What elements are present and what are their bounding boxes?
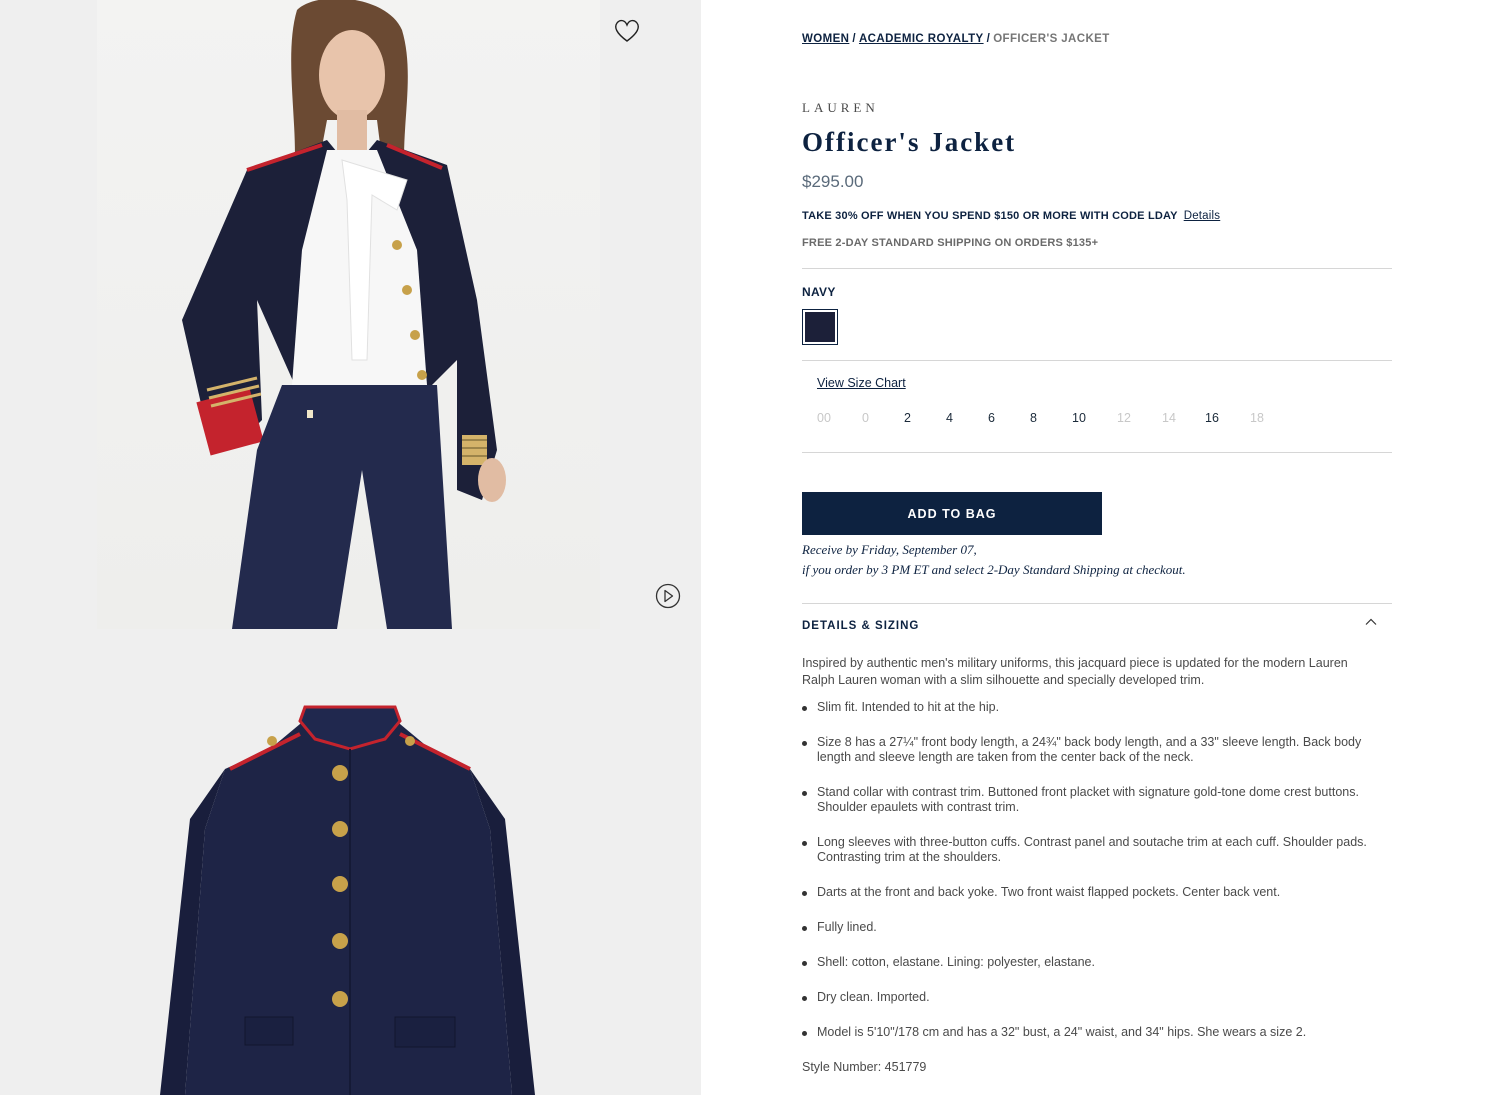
breadcrumb: WOMEN / ACADEMIC ROYALTY / OFFICER'S JACKET <box>802 33 1110 45</box>
size-option-18[interactable]: 18 <box>1250 411 1280 425</box>
promo-text: TAKE 30% OFF WHEN YOU SPEND $150 OR MORE… <box>802 210 1178 222</box>
video-play-icon[interactable] <box>654 582 682 610</box>
size-option-0[interactable]: 0 <box>862 411 904 425</box>
product-title: Officer's Jacket <box>802 127 1017 157</box>
list-item: Size 8 has a 27¼" front body length, a 2… <box>802 735 1392 765</box>
divider <box>802 603 1392 604</box>
details-sizing-accordion[interactable]: DETAILS & SIZING <box>802 616 1392 632</box>
divider <box>802 360 1392 361</box>
color-swatch-navy[interactable] <box>802 309 838 345</box>
list-item: Slim fit. Intended to hit at the hip. <box>802 700 1392 715</box>
brand-name: LAUREN <box>802 100 879 115</box>
breadcrumb-separator: / <box>986 33 991 45</box>
model-illustration <box>182 0 506 629</box>
list-item: Long sleeves with three-button cuffs. Co… <box>802 835 1392 865</box>
list-item: Shell: cotton, elastane. Lining: polyest… <box>802 955 1392 970</box>
jacket-illustration <box>160 705 535 1095</box>
product-image-model[interactable] <box>97 0 600 629</box>
size-option-6[interactable]: 6 <box>988 411 1030 425</box>
delivery-estimate-line: Receive by Friday, September 07, <box>802 542 977 557</box>
divider <box>802 452 1392 453</box>
product-description: Inspired by authentic men's military uni… <box>802 656 1348 687</box>
wishlist-heart-icon[interactable] <box>612 17 642 45</box>
view-size-chart-link[interactable]: View Size Chart <box>817 376 906 390</box>
swatch-fill <box>805 312 835 342</box>
style-number: Style Number: 451779 <box>802 1060 927 1074</box>
breadcrumb-current: OFFICER'S JACKET <box>993 33 1110 45</box>
size-option-16[interactable]: 16 <box>1205 411 1250 425</box>
list-item: Stand collar with contrast trim. Buttone… <box>802 785 1392 815</box>
list-item: Dry clean. Imported. <box>802 990 1392 1005</box>
breadcrumb-link-academic-royalty[interactable]: ACADEMIC ROYALTY <box>859 33 984 45</box>
size-option-12[interactable]: 12 <box>1117 411 1162 425</box>
add-to-bag-button[interactable]: ADD TO BAG <box>802 492 1102 535</box>
product-image-flat[interactable] <box>0 629 701 1095</box>
list-item: Fully lined. <box>802 920 1392 935</box>
list-item: Darts at the front and back yoke. Two fr… <box>802 885 1392 900</box>
delivery-estimate: Receive by Friday, September 07, if you … <box>802 540 1186 580</box>
breadcrumb-separator: / <box>852 33 856 45</box>
promo-details-link[interactable]: Details <box>1184 210 1221 222</box>
promo-banner: TAKE 30% OFF WHEN YOU SPEND $150 OR MORE… <box>802 210 1220 222</box>
product-price: $295.00 <box>802 172 864 191</box>
size-option-00[interactable]: 00 <box>817 411 862 425</box>
size-option-8[interactable]: 8 <box>1030 411 1072 425</box>
breadcrumb-link-women[interactable]: WOMEN <box>802 33 849 45</box>
size-option-14[interactable]: 14 <box>1162 411 1205 425</box>
selected-color-label: NAVY <box>802 285 836 299</box>
product-gallery <box>0 0 701 1095</box>
delivery-estimate-line: if you order by 3 PM ET and select 2-Day… <box>802 562 1186 577</box>
list-item: Model is 5'10"/178 cm and has a 32" bust… <box>802 1025 1392 1040</box>
accordion-title: DETAILS & SIZING <box>802 620 920 632</box>
size-option-10[interactable]: 10 <box>1072 411 1117 425</box>
divider <box>802 268 1392 269</box>
size-selector: 00 0 2 4 6 8 10 12 14 16 18 <box>817 411 1280 425</box>
chevron-up-icon <box>1365 618 1377 625</box>
size-option-4[interactable]: 4 <box>946 411 988 425</box>
size-option-2[interactable]: 2 <box>904 411 946 425</box>
shipping-message: FREE 2-DAY STANDARD SHIPPING ON ORDERS $… <box>802 237 1099 249</box>
details-list: Slim fit. Intended to hit at the hip. Si… <box>802 700 1392 1060</box>
